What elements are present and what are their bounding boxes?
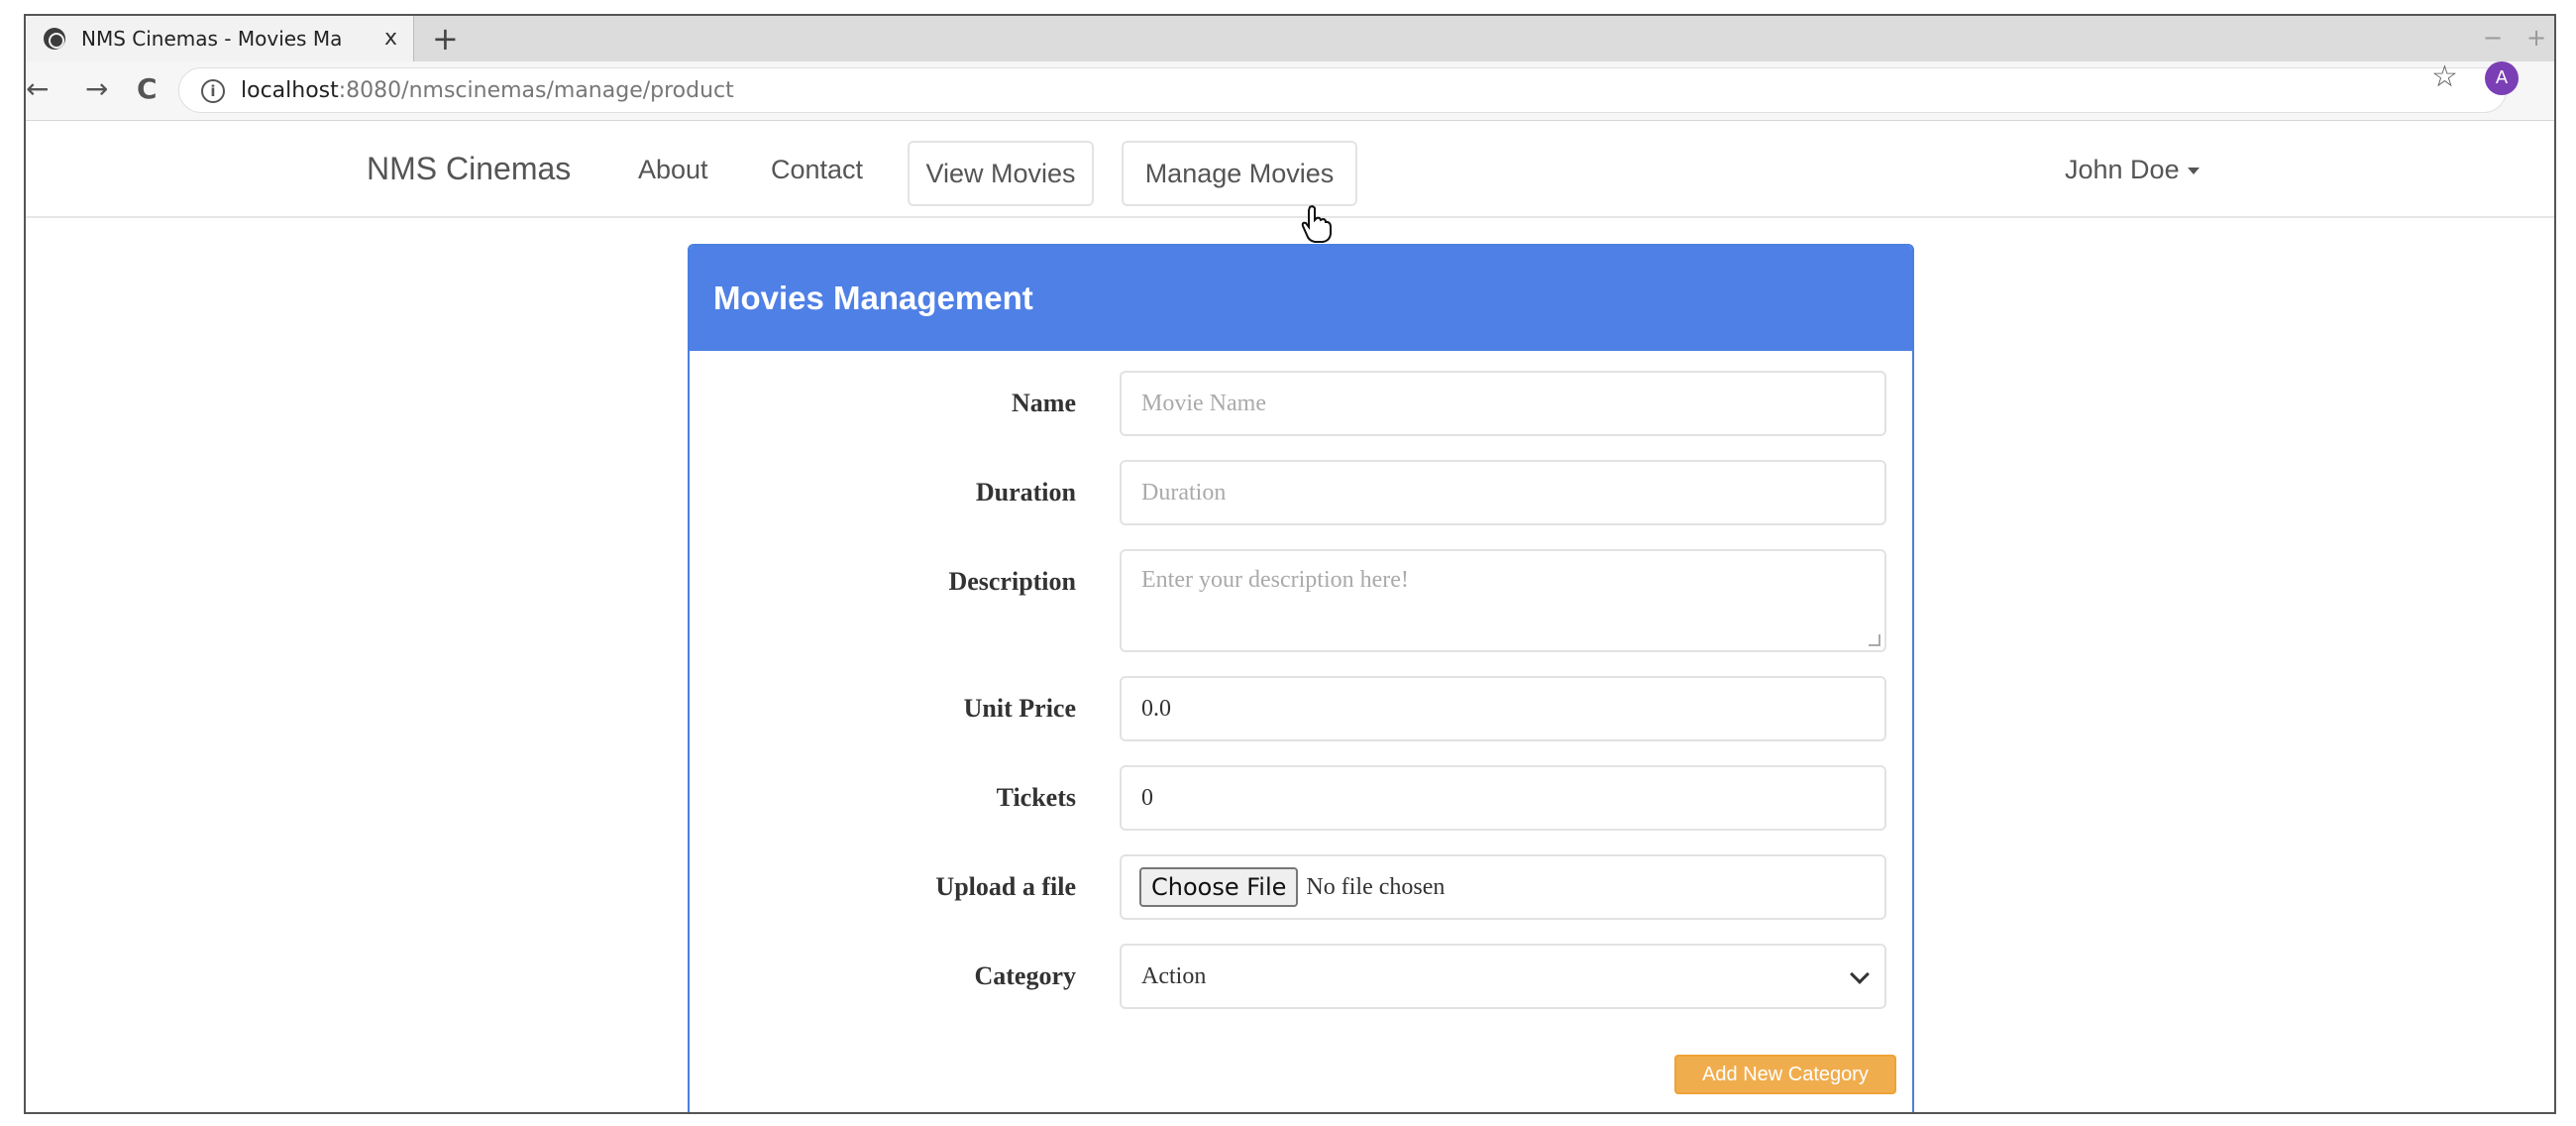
back-arrow-icon[interactable]: ← [26, 73, 49, 105]
profile-avatar[interactable]: A [2485, 61, 2519, 95]
upload-label: Upload a file [935, 872, 1076, 901]
file-input: Choose File No file chosen [1120, 854, 1886, 920]
panel-title: Movies Management [690, 246, 1912, 351]
view-movies-button[interactable]: View Movies [908, 141, 1094, 206]
duration-placeholder: Duration [1141, 479, 1227, 506]
resize-handle-icon[interactable] [1869, 634, 1880, 646]
caret-down-icon [2187, 168, 2200, 175]
user-name: John Doe [2065, 155, 2180, 184]
hand-cursor-icon [1301, 205, 1332, 243]
duration-input[interactable]: Duration [1120, 460, 1886, 525]
address-bar[interactable]: i localhost:8080/nmscinemas/manage/produ… [178, 67, 2507, 113]
url-text: localhost:8080/nmscinemas/manage/product [241, 78, 734, 103]
unit-price-value: 0.0 [1141, 695, 1171, 722]
browser-window: NMS Cinemas - Movies Ma x + − + ← → C i … [24, 14, 2556, 1114]
name-placeholder: Movie Name [1141, 390, 1266, 416]
name-input[interactable]: Movie Name [1120, 371, 1886, 436]
unit-price-label: Unit Price [963, 694, 1076, 723]
add-new-category-button[interactable]: Add New Category [1674, 1055, 1896, 1094]
description-placeholder: Enter your description here! [1141, 567, 1409, 593]
nav-about-link[interactable]: About [638, 155, 708, 185]
category-value: Action [1141, 962, 1207, 989]
name-label: Name [1012, 389, 1076, 417]
duration-label: Duration [975, 478, 1076, 507]
url-host: localhost [241, 78, 339, 103]
browser-tab[interactable]: NMS Cinemas - Movies Ma x [26, 16, 414, 61]
tickets-label: Tickets [996, 783, 1076, 812]
manage-movies-button[interactable]: Manage Movies [1122, 141, 1357, 206]
tab-title: NMS Cinemas - Movies Ma [81, 27, 343, 51]
tickets-value: 0 [1141, 784, 1153, 811]
new-tab-button[interactable]: + [432, 20, 459, 57]
tab-strip: NMS Cinemas - Movies Ma x + − + [26, 16, 2554, 61]
description-textarea[interactable]: Enter your description here! [1120, 549, 1886, 652]
brand-link[interactable]: NMS Cinemas [367, 151, 571, 187]
site-navbar: NMS Cinemas About Contact View Movies Ma… [26, 121, 2554, 218]
file-status: No file chosen [1306, 873, 1446, 900]
close-tab-icon[interactable]: x [384, 26, 397, 51]
chevron-down-icon [1850, 964, 1870, 984]
star-icon[interactable]: ☆ [2431, 59, 2458, 94]
url-path: :8080/nmscinemas/manage/product [338, 78, 734, 103]
maximize-window-icon[interactable]: + [2526, 24, 2546, 52]
user-menu[interactable]: John Doe [2065, 155, 2200, 185]
browser-toolbar: ← → C i localhost:8080/nmscinemas/manage… [26, 61, 2554, 121]
minimize-window-icon[interactable]: − [2483, 24, 2503, 52]
info-icon[interactable]: i [201, 79, 225, 103]
globe-icon [44, 28, 65, 50]
tickets-input[interactable]: 0 [1120, 765, 1886, 831]
choose-file-button[interactable]: Choose File [1139, 867, 1299, 907]
movies-management-panel: Movies Management Name Movie Name Durati… [688, 244, 1914, 1112]
forward-arrow-icon[interactable]: → [85, 73, 108, 105]
unit-price-input[interactable]: 0.0 [1120, 676, 1886, 741]
nav-contact-link[interactable]: Contact [771, 155, 863, 185]
category-label: Category [974, 961, 1076, 990]
category-select[interactable]: Action [1120, 944, 1886, 1009]
description-label: Description [948, 567, 1076, 596]
reload-icon[interactable]: C [137, 73, 158, 105]
